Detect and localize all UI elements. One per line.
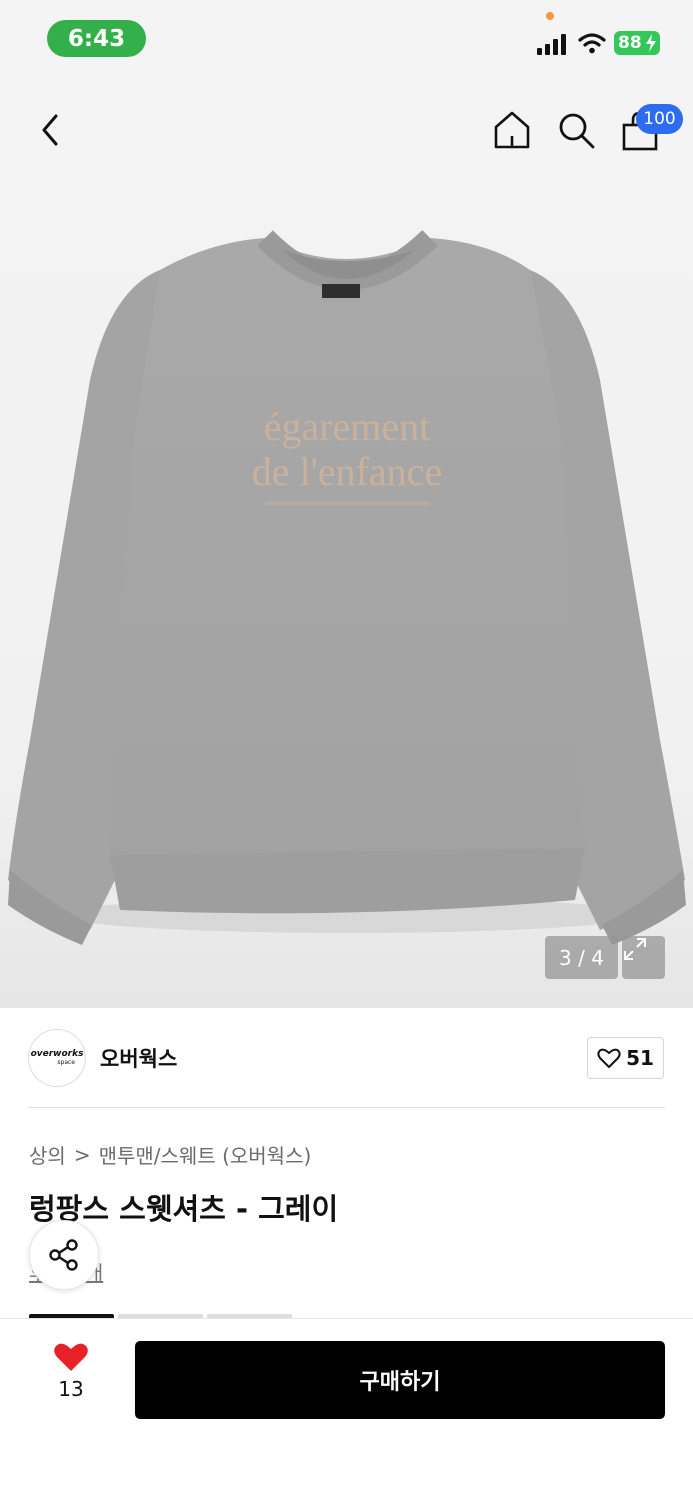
brand-like-button[interactable]: 51 <box>587 1037 664 1079</box>
heart-filled-icon <box>54 1343 88 1371</box>
share-button[interactable] <box>29 1220 99 1290</box>
status-time: 6:43 <box>47 20 146 57</box>
breadcrumb-parent[interactable]: 상의 <box>29 1140 66 1169</box>
expand-image-button[interactable] <box>622 936 665 979</box>
expand-icon <box>624 938 646 960</box>
image-counter: 3 / 4 <box>545 936 618 979</box>
brand-like-count: 51 <box>626 1046 654 1070</box>
home-icon[interactable] <box>492 110 532 150</box>
breadcrumb-child[interactable]: 맨투맨/스웨트 (오버웍스) <box>99 1140 312 1169</box>
charging-bolt-icon <box>646 34 656 52</box>
brand-logo-subtext: space <box>57 1059 75 1066</box>
breadcrumb: 상의 > 맨투맨/스웨트 (오버웍스) <box>29 1140 311 1169</box>
divider <box>28 1107 665 1108</box>
wishlist-button[interactable]: 13 <box>40 1341 102 1411</box>
battery-indicator: 88 <box>614 31 660 55</box>
sweatshirt-print-line2: de l'enfance <box>252 449 442 494</box>
back-arrow-icon[interactable] <box>34 110 68 150</box>
top-nav-bar <box>0 80 693 180</box>
brand-logo[interactable]: overworks space <box>28 1029 86 1087</box>
search-icon[interactable] <box>556 110 596 150</box>
brand-logo-text: overworks <box>30 1049 84 1059</box>
cellular-signal-icon <box>537 34 566 55</box>
wishlist-count: 13 <box>58 1377 84 1401</box>
cart-count-badge: 100 <box>636 104 683 134</box>
battery-level: 88 <box>618 33 642 53</box>
sweatshirt-image: égarement de l'enfance <box>8 229 686 945</box>
privacy-indicator-dot <box>546 12 554 20</box>
brand-row: overworks space 오버웍스 51 <box>0 1008 693 1108</box>
sweatshirt-print-line1: égarement <box>264 404 431 449</box>
product-image-carousel[interactable]: égarement de l'enfance 3 / 4 <box>0 180 693 1008</box>
bottom-action-bar: 13 구매하기 <box>0 1318 693 1500</box>
heart-outline-icon <box>597 1048 621 1068</box>
status-bar: 6:43 88 <box>0 0 693 80</box>
brand-name[interactable]: 오버웍스 <box>100 1043 177 1073</box>
breadcrumb-separator: > <box>73 1142 91 1167</box>
share-icon <box>49 1239 78 1271</box>
wifi-icon <box>578 33 606 54</box>
buy-button[interactable]: 구매하기 <box>135 1341 665 1419</box>
